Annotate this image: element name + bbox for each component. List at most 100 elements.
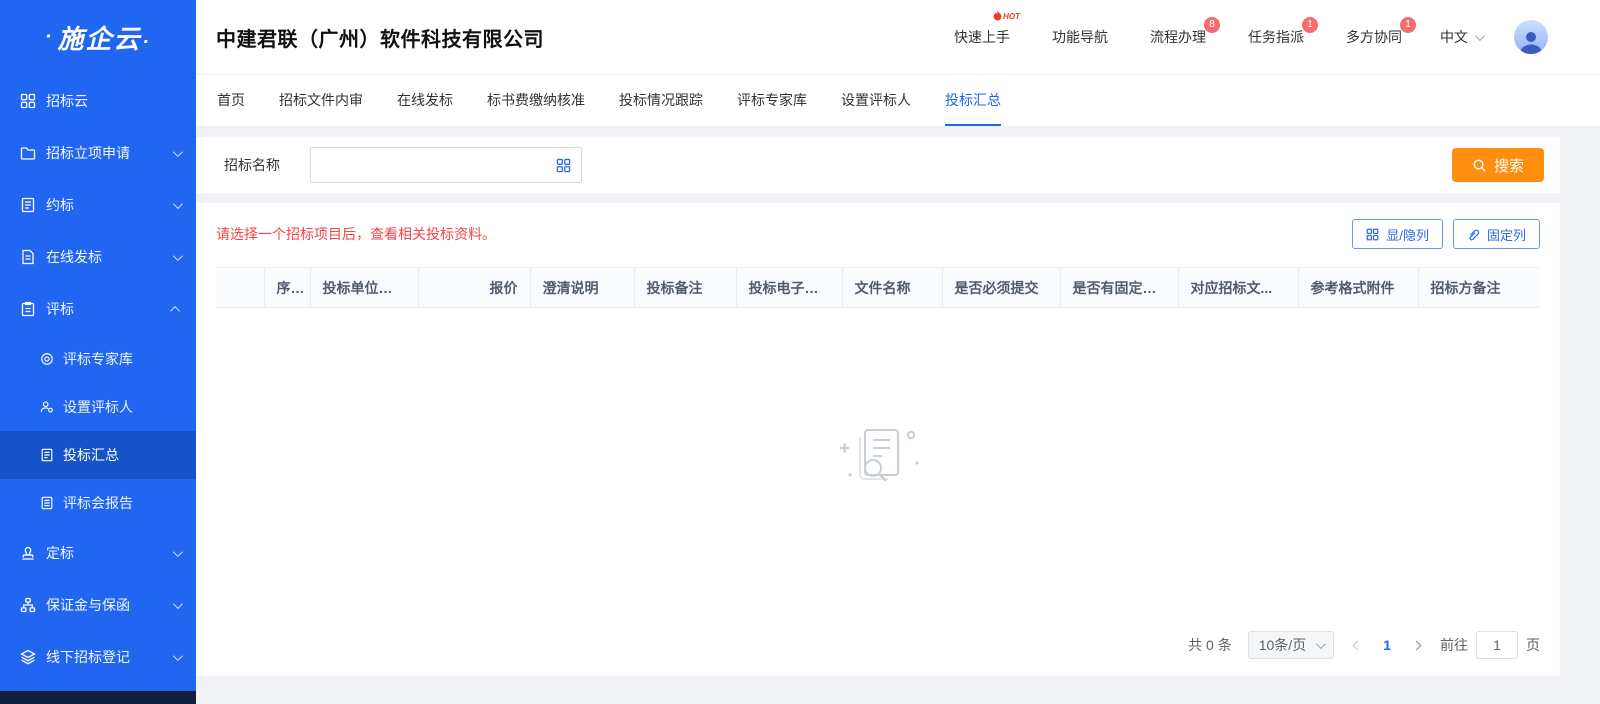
- nav-process-handling[interactable]: 流程办理 8: [1150, 27, 1206, 47]
- column-file-name: 文件名称: [842, 268, 942, 308]
- top-nav: 快速上手 HOT 功能导航 流程办理 8 任务指派 1: [954, 27, 1402, 47]
- sidebar-item-label: 招标云: [46, 91, 180, 111]
- nav-feature-guide[interactable]: 功能导航: [1052, 27, 1108, 47]
- nav-task-assignment[interactable]: 任务指派 1: [1248, 27, 1304, 47]
- tab-label: 设置评标人: [841, 90, 911, 110]
- chevron-down-icon: [1316, 639, 1326, 649]
- sidebar-item-deposit-guarantee[interactable]: 保证金与保函: [0, 579, 196, 631]
- page-size-select[interactable]: 10条/页: [1248, 631, 1334, 659]
- column-fixed-format: 是否有固定格式: [1060, 268, 1178, 308]
- column-tenderer-remark: 招标方备注: [1418, 268, 1540, 308]
- sidebar-item-project-approval[interactable]: 招标立项申请: [0, 127, 196, 179]
- pin-columns-label: 固定列: [1487, 225, 1526, 244]
- hot-flame-icon: HOT: [992, 10, 1020, 23]
- tab-bid-tracking[interactable]: 投标情况跟踪: [619, 75, 703, 126]
- table-header-row: 序号 投标单位名称 报价 澄清说明 投标备注 投标电子文件 文件名称 是否必须提…: [216, 268, 1540, 308]
- toggle-columns-button[interactable]: 显/隐列: [1352, 219, 1443, 249]
- tab-bar: 首页 招标文件内审 在线发标 标书费缴纳核准 投标情况跟踪 评标专家库 设置评标…: [196, 75, 1600, 127]
- project-picker-icon[interactable]: [556, 158, 571, 173]
- sidebar-item-bid-award[interactable]: 定标: [0, 527, 196, 579]
- top-header: 中建君联（广州）软件科技有限公司 快速上手 HOT 功能导航 流程办理 8: [196, 0, 1600, 75]
- contract-icon: [20, 197, 36, 213]
- sidebar-subitem-expert-pool[interactable]: 评标专家库: [0, 335, 196, 383]
- tab-label: 评标专家库: [737, 90, 807, 110]
- prev-page-button[interactable]: [1350, 638, 1365, 653]
- app-logo: 施企云: [0, 0, 196, 75]
- tab-doc-fee-approval[interactable]: 标书费缴纳核准: [487, 75, 585, 126]
- document-list-icon: [40, 448, 54, 462]
- column-buttons: 显/隐列 固定列: [1352, 219, 1540, 249]
- tab-label: 标书费缴纳核准: [487, 90, 585, 110]
- tab-set-evaluators[interactable]: 设置评标人: [841, 75, 911, 126]
- search-panel: 招标名称 搜索: [196, 137, 1560, 193]
- column-serial: 序号: [264, 268, 310, 308]
- main-area: 中建君联（广州）软件科技有限公司 快速上手 HOT 功能导航 流程办理 8: [196, 0, 1600, 704]
- user-gear-icon: [40, 400, 54, 414]
- avatar[interactable]: [1514, 20, 1548, 54]
- company-title: 中建君联（广州）软件科技有限公司: [216, 23, 544, 52]
- language-selector[interactable]: 中文: [1440, 27, 1482, 47]
- pagination-bar: 共 0 条 10条/页 1 前往 页: [216, 614, 1540, 676]
- tab-label: 投标情况跟踪: [619, 90, 703, 110]
- sidebar-item-online-bid-release[interactable]: 在线发标: [0, 231, 196, 283]
- search-button-label: 搜索: [1494, 155, 1524, 176]
- chevron-down-icon: [173, 547, 183, 557]
- selection-notice: 请选择一个招标项目后，查看相关投标资料。: [216, 224, 496, 244]
- sidebar-item-bid-evaluation[interactable]: 评标: [0, 283, 196, 335]
- total-count: 共 0 条: [1188, 635, 1232, 655]
- nav-label: 功能导航: [1052, 29, 1108, 45]
- bid-name-input[interactable]: [321, 157, 556, 173]
- grid-icon: [20, 93, 36, 109]
- goto-page-input[interactable]: [1476, 631, 1518, 659]
- column-electronic-file: 投标电子文件: [736, 268, 842, 308]
- next-page-button[interactable]: [1409, 638, 1424, 653]
- sidebar-subitem-label: 评标专家库: [63, 349, 133, 369]
- stamp-icon: [20, 545, 36, 561]
- column-clarification: 澄清说明: [530, 268, 634, 308]
- sidebar-subitem-evaluation-report[interactable]: 评标会报告: [0, 479, 196, 527]
- sidebar-item-label: 在线发标: [46, 247, 173, 267]
- sidebar-item-bidding-cloud[interactable]: 招标云: [0, 75, 196, 127]
- sidebar-item-label: 线下招标登记: [46, 647, 173, 667]
- sidebar-item-label: 招标立项申请: [46, 143, 173, 163]
- sidebar: 施企云 招标云 招标立项申请 约标 在线发标 评标 评标专家库: [0, 0, 196, 704]
- nav-label: 多方协同: [1346, 29, 1402, 45]
- column-reference-attachment: 参考格式附件: [1298, 268, 1418, 308]
- column-bidder-name: 投标单位名称: [310, 268, 418, 308]
- toggle-columns-label: 显/隐列: [1386, 225, 1429, 244]
- sidebar-item-contract-bid[interactable]: 约标: [0, 179, 196, 231]
- folder-icon: [20, 145, 36, 161]
- sidebar-item-label: 保证金与保函: [46, 595, 173, 615]
- sidebar-subitem-bid-summary[interactable]: 投标汇总: [0, 431, 196, 479]
- nav-multi-party-collab[interactable]: 多方协同 1: [1346, 27, 1402, 47]
- app-window: 施企云 招标云 招标立项申请 约标 在线发标 评标 评标专家库: [0, 0, 1600, 704]
- language-label: 中文: [1440, 27, 1468, 47]
- tab-label: 首页: [217, 90, 245, 110]
- sidebar-bottom-strip: [0, 691, 196, 704]
- tab-bid-summary[interactable]: 投标汇总: [945, 75, 1001, 126]
- search-button[interactable]: 搜索: [1452, 148, 1544, 182]
- column-bid-remark: 投标备注: [634, 268, 736, 308]
- search-icon: [1472, 158, 1487, 173]
- column-quote: 报价: [418, 268, 530, 308]
- tab-home[interactable]: 首页: [217, 75, 245, 126]
- nav-label: 快速上手: [954, 29, 1010, 45]
- document-icon: [20, 249, 36, 265]
- sidebar-item-label: 约标: [46, 195, 173, 215]
- bid-summary-table: 序号 投标单位名称 报价 澄清说明 投标备注 投标电子文件 文件名称 是否必须提…: [216, 267, 1540, 308]
- sidebar-subitem-set-evaluators[interactable]: 设置评标人: [0, 383, 196, 431]
- chevron-down-icon: [173, 599, 183, 609]
- tab-bid-doc-review[interactable]: 招标文件内审: [279, 75, 363, 126]
- nav-label: 任务指派: [1248, 29, 1304, 45]
- badge-count: 1: [1400, 17, 1416, 33]
- badge-count: 8: [1204, 17, 1220, 33]
- pin-columns-button[interactable]: 固定列: [1453, 219, 1540, 249]
- current-page[interactable]: 1: [1381, 637, 1393, 653]
- tab-expert-pool[interactable]: 评标专家库: [737, 75, 807, 126]
- sidebar-item-offline-registration[interactable]: 线下招标登记: [0, 631, 196, 683]
- tab-online-bid-release[interactable]: 在线发标: [397, 75, 453, 126]
- nav-quick-start[interactable]: 快速上手 HOT: [954, 27, 1010, 47]
- content-area: 招标名称 搜索 请选择一个招标项目后，查看相关投标资料。: [196, 127, 1600, 704]
- tab-label: 招标文件内审: [279, 90, 363, 110]
- tab-label: 在线发标: [397, 90, 453, 110]
